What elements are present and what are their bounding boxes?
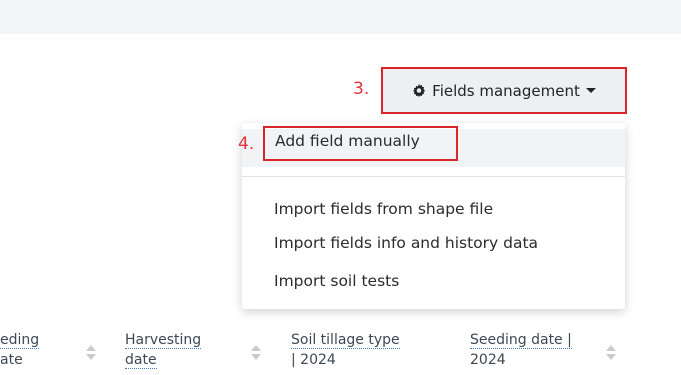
fields-management-button[interactable]: Fields management <box>381 67 627 114</box>
top-header-band <box>0 0 681 34</box>
sort-icon[interactable] <box>251 345 261 363</box>
step-3-annotation: 3. <box>353 79 370 99</box>
sort-icon[interactable] <box>86 345 96 363</box>
dropdown-divider <box>242 176 625 177</box>
gear-icon <box>413 83 426 97</box>
sort-icon[interactable] <box>606 345 616 363</box>
column-header-harvesting-date[interactable]: Harvesting date <box>125 330 202 370</box>
fields-management-label: Fields management <box>432 81 580 100</box>
import-fields-info-history-item[interactable]: Import fields info and history data <box>274 234 538 252</box>
column-header-soil-tillage-type[interactable]: Soil tillage type | 2024 <box>291 330 400 370</box>
column-header-seeding-date-partial[interactable]: eding ate <box>0 330 40 370</box>
caret-down-icon <box>585 88 596 93</box>
import-fields-shape-file-item[interactable]: Import fields from shape file <box>274 200 493 218</box>
add-field-manually-item[interactable]: Add field manually <box>275 132 420 150</box>
import-soil-tests-item[interactable]: Import soil tests <box>274 272 399 290</box>
column-header-seeding-date-2024[interactable]: Seeding date | 2024 <box>470 330 572 370</box>
step-4-annotation: 4. <box>238 134 255 154</box>
